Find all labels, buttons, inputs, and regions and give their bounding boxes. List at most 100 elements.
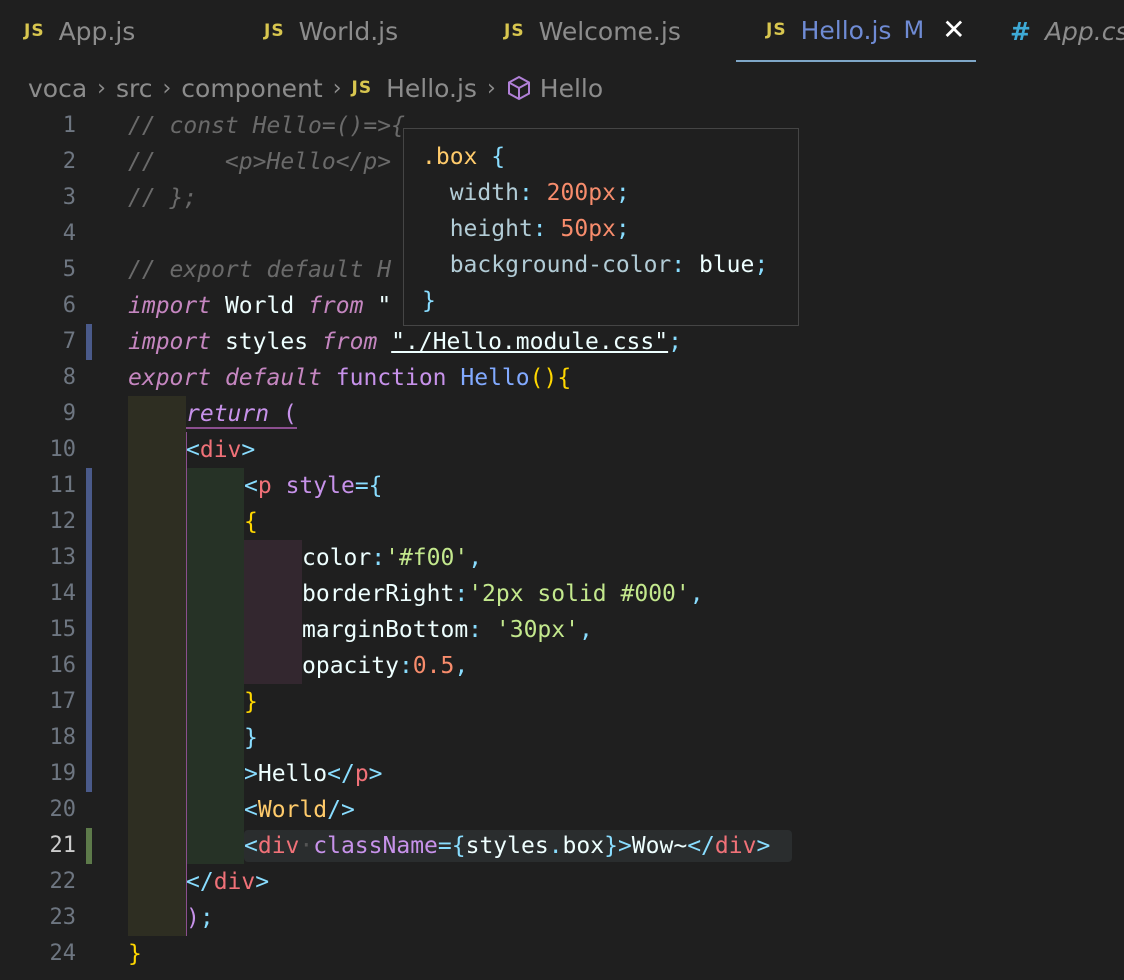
tab-label: Welcome.js [538, 16, 681, 46]
line-number: 9 [62, 401, 76, 426]
jsx-tag: p [354, 761, 369, 787]
tab-label: App.js [58, 16, 136, 46]
jsx-tag: div [213, 869, 256, 895]
line-number: 23 [49, 905, 77, 930]
breadcrumb-item-symbol[interactable]: Hello [540, 74, 603, 103]
keyword: import [128, 293, 212, 319]
code-text: import styles from "./Hello.module.css"; [128, 324, 682, 360]
code-line-current: 21 <div·className={styles.box}>Wow~</div… [0, 828, 1124, 864]
chevron-right-icon: › [486, 75, 496, 101]
tab-bar: JS App.js JS World.js JS Welcome.js JS H… [0, 0, 1124, 62]
member: box [562, 833, 605, 859]
string: '#f00' [385, 545, 469, 571]
keyword: from [308, 293, 364, 319]
tab-welcome-js[interactable]: JS Welcome.js [504, 0, 681, 62]
code-line: 19 >Hello</p> [0, 756, 1124, 792]
line-number: 18 [49, 725, 77, 750]
breadcrumb-item-src[interactable]: src [116, 74, 153, 103]
close-brace: } [422, 288, 436, 314]
code-text: // export default H [128, 257, 392, 283]
js-file-icon: JS [351, 78, 373, 98]
jsx-tag: div [199, 437, 242, 463]
breadcrumb: voca › src › component › JS Hello.js › H… [28, 68, 603, 108]
jsx-tag: div [257, 833, 300, 859]
open-brace: { [491, 144, 506, 170]
line-number: 13 [49, 545, 77, 570]
code-text: // <p>Hello</p> [128, 149, 392, 175]
import-path-link[interactable]: "./Hello.module.css" [391, 329, 668, 355]
code-line: 11 <p style={ [0, 468, 1124, 504]
code-text: opacity:0.5, [302, 653, 469, 679]
line-number: 19 [49, 761, 77, 786]
breadcrumb-item-component[interactable]: component [181, 74, 322, 103]
line-number: 6 [62, 293, 76, 318]
line-number: 1 [62, 113, 76, 138]
code-line: 20 <World/> [0, 792, 1124, 828]
line-number: 16 [49, 653, 77, 678]
modified-indicator: M [903, 16, 925, 44]
code-line: 23 ); [0, 900, 1124, 936]
css-property: height [449, 216, 533, 242]
code-line: 18 } [0, 720, 1124, 756]
chevron-right-icon: › [162, 75, 172, 101]
code-line: 22 </div> [0, 864, 1124, 900]
hover-tooltip: .box { width: 200px; height: 50px; backg… [403, 128, 799, 326]
breadcrumb-item-voca[interactable]: voca [28, 74, 87, 103]
tab-app-css[interactable]: # App.cs [1010, 0, 1124, 62]
code-line: 9 return ( [0, 396, 1124, 432]
line-number: 11 [49, 473, 77, 498]
js-file-icon: JS [766, 20, 787, 40]
code-line: 10 <div> [0, 432, 1124, 468]
object-key: opacity [302, 653, 399, 679]
code-text: <World/> [244, 797, 355, 823]
paren: ( [282, 401, 297, 427]
identifier: World [224, 293, 295, 319]
string: '2px solid #000' [468, 581, 690, 607]
function-name: Hello [460, 365, 530, 391]
code-text: // const Hello=()=>{ [128, 113, 405, 139]
keyword: from [321, 329, 378, 355]
breadcrumb-item-file[interactable]: Hello.js [386, 74, 477, 103]
tab-app-js[interactable]: JS App.js [24, 0, 135, 62]
keyword: default [224, 365, 322, 391]
jsx-text: Hello [257, 761, 328, 787]
jsx-tag: div [714, 833, 757, 859]
code-text: marginBottom: '30px', [302, 617, 593, 643]
keyword: function [335, 365, 447, 391]
identifier: styles [224, 329, 309, 355]
tab-hello-js[interactable]: JS Hello.js M ✕ [736, 0, 976, 62]
keyword: return [186, 401, 270, 427]
line-number: 8 [62, 365, 76, 390]
keyword: import [128, 329, 212, 355]
code-text: // }; [128, 185, 198, 211]
keyword: export [128, 365, 212, 391]
css-value: 200px [546, 180, 616, 206]
line-number: 14 [49, 581, 77, 606]
line-number: 22 [49, 869, 77, 894]
code-text: borderRight:'2px solid #000', [302, 581, 704, 607]
chevron-right-icon: › [97, 75, 106, 101]
line-number: 21 [49, 833, 77, 858]
line-number: 4 [62, 221, 76, 246]
tab-world-js[interactable]: JS World.js [264, 0, 398, 62]
line-number: 2 [62, 149, 76, 174]
code-text: } [244, 689, 258, 715]
semicolon: ; [668, 329, 682, 355]
code-text: } [244, 725, 258, 751]
tab-label: App.cs [1044, 16, 1124, 46]
tab-label: Hello.js [800, 15, 892, 45]
object-key: borderRight [302, 581, 455, 607]
line-number: 5 [62, 257, 76, 282]
code-line: 14 borderRight:'2px solid #000', [0, 576, 1124, 612]
cube-icon [506, 75, 532, 101]
number: 0.5 [412, 653, 455, 679]
identifier: styles [465, 833, 549, 859]
code-text: export default function Hello(){ [128, 365, 572, 391]
object-key: color [302, 545, 372, 571]
code-line: 13 color:'#f00', [0, 540, 1124, 576]
code-text: <div> [186, 437, 256, 463]
line-number: 7 [62, 329, 76, 354]
close-icon[interactable]: ✕ [942, 16, 965, 44]
jsx-tag: p [257, 473, 272, 499]
code-text: >Hello</p> [244, 761, 383, 787]
